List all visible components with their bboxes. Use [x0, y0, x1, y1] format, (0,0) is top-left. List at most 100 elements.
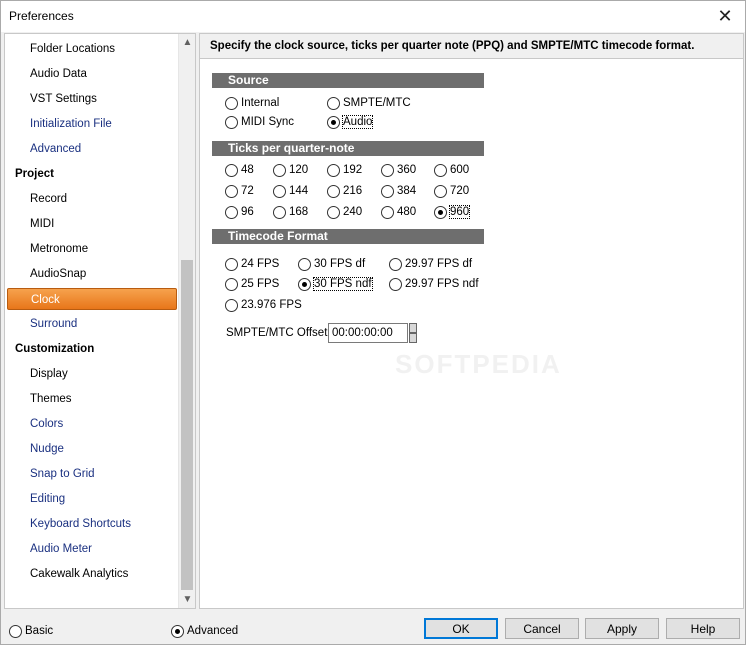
timecode-radio-30-fps-df[interactable]: 30 FPS df — [298, 256, 365, 272]
ticks-radio-600[interactable]: 600 — [434, 162, 469, 178]
ticks-radio-120[interactable]: 120 — [273, 162, 308, 178]
tree-item-surround[interactable]: Surround — [30, 313, 77, 335]
ticks-option-label: 48 — [241, 164, 254, 176]
ticks-radio-480[interactable]: 480 — [381, 204, 416, 220]
tree-item-advanced[interactable]: Advanced — [30, 138, 81, 160]
cancel-button[interactable]: Cancel — [505, 618, 579, 639]
spin-up-button[interactable] — [409, 323, 417, 333]
tree-item-project[interactable]: Project — [15, 163, 54, 185]
source-option-label: MIDI Sync — [241, 116, 295, 128]
spin-down-button[interactable] — [409, 333, 417, 343]
timecode-option-label: 30 FPS ndf — [313, 277, 373, 291]
source-radio-audio[interactable]: Audio — [327, 114, 374, 130]
ticks-option-label: 240 — [343, 206, 363, 218]
ticks-option-label: 72 — [241, 185, 254, 197]
timecode-radio-23-976-fps[interactable]: 23.976 FPS — [225, 297, 302, 313]
tree-item-folder-locations[interactable]: Folder Locations — [30, 38, 115, 60]
timecode-section-title: Timecode Format — [212, 229, 484, 244]
close-icon[interactable]: ✕ — [705, 1, 745, 31]
timecode-option-label: 24 FPS — [241, 258, 280, 270]
ticks-radio-168[interactable]: 168 — [273, 204, 308, 220]
basic-mode-radio[interactable]: Basic — [9, 623, 53, 639]
tree-item-audio-data[interactable]: Audio Data — [30, 63, 87, 85]
ticks-radio-96[interactable]: 96 — [225, 204, 254, 220]
ticks-radio-960[interactable]: 960 — [434, 204, 471, 220]
ticks-radio-48[interactable]: 48 — [225, 162, 254, 178]
ticks-radio-216[interactable]: 216 — [327, 183, 362, 199]
scroll-thumb[interactable] — [181, 260, 193, 590]
radio-circle — [434, 163, 447, 177]
tree-item-editing[interactable]: Editing — [30, 488, 65, 510]
tree-item-snap-to-grid[interactable]: Snap to Grid — [30, 463, 95, 485]
radio-circle — [225, 257, 238, 271]
source-radio-smpte-mtc[interactable]: SMPTE/MTC — [327, 95, 411, 111]
tree-item-initialization-file[interactable]: Initialization File — [30, 113, 112, 135]
radio-circle — [381, 184, 394, 198]
source-option-label: SMPTE/MTC — [343, 97, 411, 109]
timecode-radio-30-fps-ndf[interactable]: 30 FPS ndf — [298, 276, 373, 292]
ticks-radio-192[interactable]: 192 — [327, 162, 362, 178]
smpte-offset-input[interactable] — [328, 323, 408, 343]
ok-button[interactable]: OK — [424, 618, 498, 639]
ticks-option-label: 480 — [397, 206, 417, 218]
radio-circle — [273, 205, 286, 219]
source-option-label: Audio — [341, 115, 374, 129]
apply-button[interactable]: Apply — [585, 618, 659, 639]
ticks-radio-240[interactable]: 240 — [327, 204, 362, 220]
ticks-radio-720[interactable]: 720 — [434, 183, 469, 199]
timecode-radio-25-fps[interactable]: 25 FPS — [225, 276, 279, 292]
ticks-option-label: 960 — [448, 205, 471, 219]
timecode-radio-29-97-fps-df[interactable]: 29.97 FPS df — [389, 256, 472, 272]
ticks-radio-72[interactable]: 72 — [225, 183, 254, 199]
offset-spinner[interactable] — [409, 323, 417, 343]
scroll-down-icon[interactable]: ▼ — [179, 591, 195, 608]
radio-circle — [298, 257, 311, 271]
timecode-option-label: 30 FPS df — [314, 258, 366, 270]
radio-circle — [434, 184, 447, 198]
tree-item-vst-settings[interactable]: VST Settings — [30, 88, 97, 110]
tree-scrollbar[interactable]: ▲ ▼ — [178, 34, 195, 608]
timecode-radio-24-fps[interactable]: 24 FPS — [225, 256, 279, 272]
tree-item-midi[interactable]: MIDI — [30, 213, 54, 235]
timecode-radio-29-97-fps-ndf[interactable]: 29.97 FPS ndf — [389, 276, 479, 292]
advanced-mode-radio[interactable]: Advanced — [171, 623, 238, 639]
radio-circle — [381, 163, 394, 177]
source-radio-midi-sync[interactable]: MIDI Sync — [225, 114, 294, 130]
tree-item-audio-meter[interactable]: Audio Meter — [30, 538, 92, 560]
tree-item-nudge[interactable]: Nudge — [30, 438, 64, 460]
page-description: Specify the clock source, ticks per quar… — [200, 34, 743, 59]
ticks-option-label: 216 — [343, 185, 363, 197]
advanced-mode-label: Advanced — [187, 625, 239, 637]
tree-item-colors[interactable]: Colors — [30, 413, 63, 435]
source-radio-internal[interactable]: Internal — [225, 95, 279, 111]
preferences-window: Preferences ✕ Folder Locations Audio Data… — [0, 0, 746, 645]
ticks-radio-384[interactable]: 384 — [381, 183, 416, 199]
window-title: Preferences — [9, 9, 74, 23]
ticks-option-label: 360 — [397, 164, 417, 176]
radio-circle — [273, 163, 286, 177]
scroll-up-icon[interactable]: ▲ — [179, 34, 195, 51]
watermark: SOFTPEDIA — [395, 349, 562, 379]
tree-item-metronome[interactable]: Metronome — [30, 238, 88, 260]
ticks-option-label: 720 — [450, 185, 470, 197]
tree-item-record[interactable]: Record — [30, 188, 67, 210]
smpte-offset-label: SMPTE/MTC Offset: — [226, 327, 331, 339]
ticks-radio-360[interactable]: 360 — [381, 162, 416, 178]
tree-item-cakewalk-analytics[interactable]: Cakewalk Analytics — [30, 563, 128, 585]
tree-item-audiosnap[interactable]: AudioSnap — [30, 263, 86, 285]
radio-circle — [298, 277, 311, 291]
ticks-radio-144[interactable]: 144 — [273, 183, 308, 199]
ticks-option-label: 144 — [289, 185, 309, 197]
tree-item-customization[interactable]: Customization — [15, 338, 94, 360]
tree-item-themes[interactable]: Themes — [30, 388, 72, 410]
radio-circle — [434, 205, 447, 219]
title-bar: Preferences ✕ — [1, 1, 745, 32]
tree-item-display[interactable]: Display — [30, 363, 68, 385]
ticks-option-label: 384 — [397, 185, 417, 197]
help-button[interactable]: Help — [666, 618, 740, 639]
ticks-option-label: 120 — [289, 164, 309, 176]
tree-item-keyboard-shortcuts[interactable]: Keyboard Shortcuts — [30, 513, 131, 535]
tree-item-clock[interactable]: Clock — [7, 288, 177, 310]
radio-circle — [225, 277, 238, 291]
timecode-option-label: 23.976 FPS — [241, 299, 302, 311]
